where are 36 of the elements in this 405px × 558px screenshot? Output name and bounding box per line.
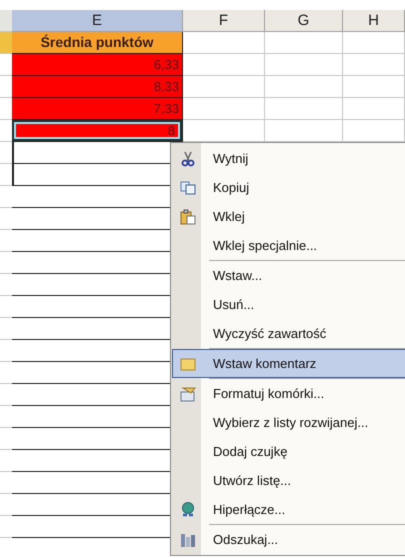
table-cell: 6,33 — [12, 54, 183, 76]
menu-item[interactable]: Dodaj czujkę — [172, 437, 405, 466]
menu-item[interactable]: Wytnij — [172, 144, 405, 173]
menu-item[interactable]: Kopiuj — [172, 173, 405, 202]
menu-item[interactable]: Wstaw... — [172, 261, 405, 290]
menu-item[interactable]: Utwórz listę... — [172, 466, 405, 495]
menu-item[interactable]: Wyczyść zawartość — [172, 319, 405, 348]
menu-item[interactable]: Usuń... — [172, 290, 405, 319]
books-icon — [180, 532, 196, 548]
column-header[interactable]: H — [343, 10, 405, 32]
menu-item[interactable]: Hiperłącze... — [172, 495, 405, 524]
clipboard-icon — [180, 208, 196, 224]
format-icon — [180, 386, 196, 402]
column-header[interactable]: F — [183, 10, 265, 32]
table-cell — [343, 32, 405, 54]
table-cell — [343, 54, 405, 76]
menu-item[interactable]: Wybierz z listy rozwijanej... — [172, 408, 405, 437]
table-cell — [343, 98, 405, 120]
table-cell: Średnia punktów — [12, 32, 183, 54]
menu-item[interactable]: Odszukaj... — [172, 525, 405, 554]
globe-icon — [180, 502, 196, 518]
folder-icon — [180, 356, 196, 370]
table-cell — [343, 76, 405, 98]
menu-item[interactable]: Wstaw komentarz — [172, 349, 405, 378]
copy-icon — [180, 180, 196, 194]
corner-cell — [0, 10, 12, 32]
column-header[interactable]: G — [265, 10, 343, 32]
scissors-icon — [181, 150, 195, 166]
column-header[interactable]: E — [12, 10, 183, 32]
menu-item[interactable]: Wklej specjalnie... — [172, 231, 405, 260]
menu-item[interactable]: Formatuj komórki... — [172, 379, 405, 408]
row-header[interactable] — [0, 32, 12, 54]
table-cell: 8 — [12, 120, 183, 142]
table-cell: 7,33 — [12, 98, 183, 120]
table-cell: 8,33 — [12, 76, 183, 98]
menu-item[interactable]: Wklej — [172, 202, 405, 231]
